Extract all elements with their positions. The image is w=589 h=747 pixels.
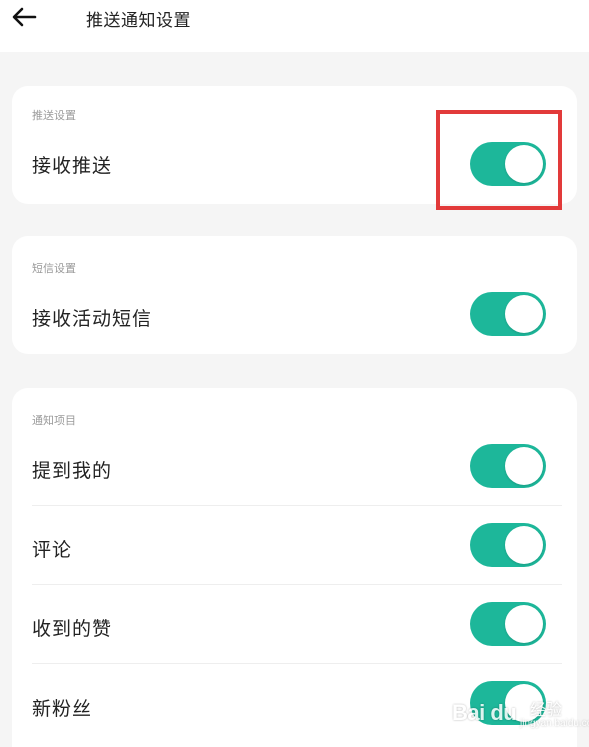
toggle-knob: [505, 145, 543, 183]
arrow-left-icon: [12, 7, 37, 27]
page-title: 推送通知设置: [86, 11, 191, 31]
receive-sms-toggle[interactable]: [470, 292, 546, 336]
row-mentions: 提到我的: [12, 426, 577, 506]
notification-items-card: 通知项目 提到我的 评论 收到的赞 新粉丝: [12, 388, 577, 747]
row-label: 评论: [32, 539, 73, 561]
toggle-knob: [505, 605, 543, 643]
likes-toggle[interactable]: [470, 602, 546, 646]
toggle-knob: [505, 295, 543, 333]
comments-toggle[interactable]: [470, 523, 546, 567]
section-label-push: 推送设置: [32, 109, 76, 122]
receive-push-toggle[interactable]: [470, 142, 546, 186]
new-followers-toggle[interactable]: [470, 681, 546, 725]
push-settings-card: 推送设置 接收推送: [12, 86, 577, 204]
toggle-knob: [505, 526, 543, 564]
row-receive-push: 接收推送: [12, 124, 577, 204]
row-label: 提到我的: [32, 460, 113, 482]
row-label: 新粉丝: [32, 698, 93, 720]
toggle-knob: [505, 684, 543, 722]
back-button[interactable]: [8, 4, 40, 30]
header-bar: 推送通知设置: [0, 0, 589, 52]
row-label: 接收推送: [32, 155, 113, 177]
row-new-followers: 新粉丝: [12, 664, 577, 744]
row-label: 接收活动短信: [32, 308, 153, 330]
toggle-knob: [505, 447, 543, 485]
row-label: 收到的赞: [32, 618, 113, 640]
page: 推送通知设置 推送设置 接收推送 短信设置 接收活动短信 通知项目 提到我的 评…: [0, 0, 589, 747]
row-likes: 收到的赞: [12, 585, 577, 665]
row-receive-sms: 接收活动短信: [12, 274, 577, 354]
sms-settings-card: 短信设置 接收活动短信: [12, 236, 577, 354]
row-comments: 评论: [12, 506, 577, 586]
mentions-toggle[interactable]: [470, 444, 546, 488]
